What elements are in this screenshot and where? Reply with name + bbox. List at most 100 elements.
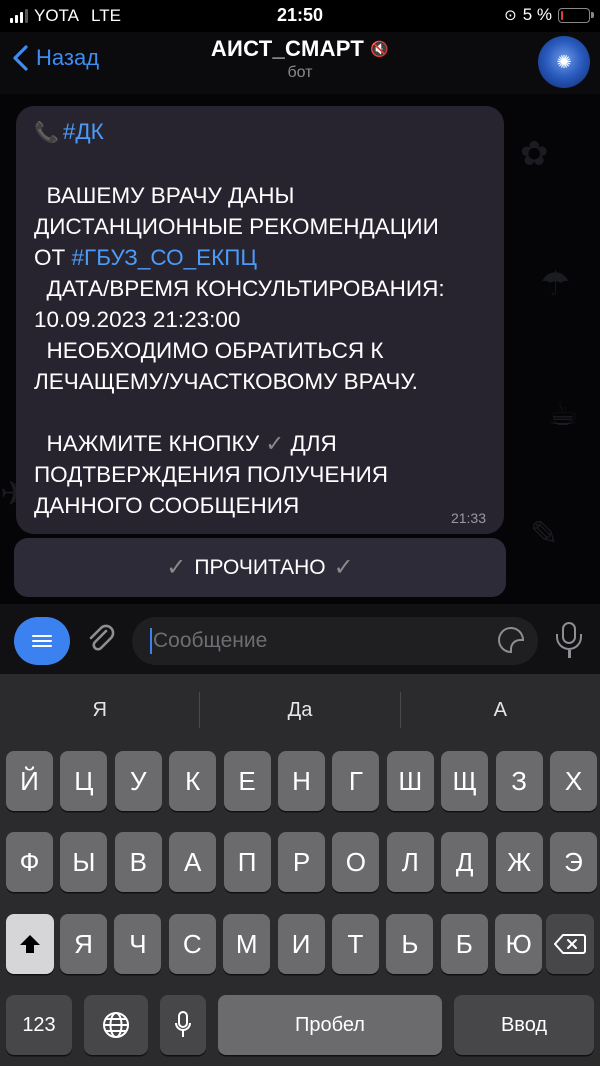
chat-header: Назад АИСТ_СМАРТ 🔇 бот ✺ — [0, 32, 600, 94]
message-time: 21:33 — [450, 510, 486, 526]
backspace-key[interactable] — [546, 914, 594, 974]
read-confirm-button[interactable]: ✓ ПРОЧИТАНО ✓ — [14, 538, 506, 597]
paperclip-icon — [89, 624, 115, 651]
key-Щ[interactable]: Щ — [441, 751, 489, 811]
back-label: Назад — [36, 45, 100, 70]
message-line: ДИСТАНЦИОННЫЕ РЕКОМЕНДАЦИИ — [34, 214, 439, 239]
globe-icon — [103, 1012, 129, 1038]
check-icon: ✓ — [265, 431, 285, 456]
avatar[interactable]: ✺ — [538, 36, 590, 88]
suggestion-bar: Я Да А — [0, 674, 600, 746]
key-Ч[interactable]: Ч — [114, 914, 162, 974]
hashtag-gbuz[interactable]: #ГБУЗ_СО_ЕКПЦ — [72, 245, 258, 270]
message-placeholder: Сообщение — [153, 629, 268, 652]
microphone-icon — [175, 1011, 191, 1037]
key-Ф[interactable]: Ф — [6, 832, 53, 892]
key-Н[interactable]: Н — [278, 751, 325, 811]
key-Л[interactable]: Л — [386, 832, 434, 892]
status-right: ⊙ 5 % — [504, 5, 594, 25]
key-Ь[interactable]: Ь — [386, 914, 434, 974]
phone-icon: 📞 — [34, 122, 59, 144]
key-Я[interactable]: Я — [60, 914, 107, 974]
key-К[interactable]: К — [169, 751, 217, 811]
shift-key[interactable] — [6, 914, 54, 974]
backspace-icon — [554, 934, 586, 954]
message-tag-line: 📞 #ДК — [34, 116, 486, 149]
menu-icon — [32, 632, 52, 650]
suggestion-item[interactable]: Да — [200, 674, 399, 746]
dictation-key[interactable] — [160, 995, 206, 1055]
key-Ы[interactable]: Ы — [60, 832, 108, 892]
doodle-icon: ✿ — [520, 135, 549, 173]
consultation-datetime: 10.09.2023 21:23:00 — [34, 307, 241, 332]
space-key[interactable]: Пробел — [218, 995, 442, 1055]
message-line: НЕОБХОДИМО ОБРАТИТЬСЯ К — [34, 338, 384, 363]
bot-menu-button[interactable] — [14, 617, 70, 665]
return-key[interactable]: Ввод — [454, 995, 594, 1055]
key-row-4: 123 Пробел Ввод — [0, 995, 600, 1055]
key-Р[interactable]: Р — [278, 832, 325, 892]
microphone-button[interactable] — [554, 622, 584, 658]
check-icon: ✓ — [333, 554, 354, 581]
mute-icon: 🔇 — [370, 41, 390, 58]
key-Х[interactable]: Х — [550, 751, 597, 811]
chevron-left-icon — [13, 45, 28, 71]
key-А[interactable]: А — [169, 832, 217, 892]
message-composer: Сообщение — [0, 604, 600, 674]
key-В[interactable]: В — [114, 832, 162, 892]
key-И[interactable]: И — [277, 914, 325, 974]
chat-area[interactable]: ✿ ☂ ☕ ✎ ✈ 📞 #ДК ВАШЕМУ ВРАЧУ ДАНЫ ДИСТАНЦ… — [0, 94, 600, 604]
message-line: ДАТА/ВРЕМЯ КОНСУЛЬТИРОВАНИЯ: — [34, 276, 445, 301]
message-line-prefix: НАЖМИТЕ КНОПКУ — [34, 431, 266, 456]
key-Ж[interactable]: Ж — [495, 832, 543, 892]
orientation-lock-icon: ⊙ — [504, 7, 517, 24]
key-Т[interactable]: Т — [332, 914, 379, 974]
message-line: ДАННОГО СООБЩЕНИЯ — [34, 493, 300, 518]
chat-subtitle: бот — [287, 64, 313, 81]
key-Ш[interactable]: Ш — [386, 751, 434, 811]
read-confirm-label: ПРОЧИТАНО — [194, 555, 326, 579]
message-input[interactable]: Сообщение — [132, 617, 538, 665]
check-icon: ✓ — [166, 554, 187, 581]
key-row-3: ЯЧСМИТЬБЮ — [0, 914, 600, 974]
key-С[interactable]: С — [168, 914, 216, 974]
doodle-icon: ☕ — [548, 395, 579, 433]
chat-title-row: АИСТ_СМАРТ 🔇 — [211, 36, 389, 62]
shift-icon — [20, 935, 40, 953]
key-Ю[interactable]: Ю — [495, 914, 543, 974]
suggestion-item[interactable]: А — [401, 674, 600, 746]
chat-title-area[interactable]: АИСТ_СМАРТ 🔇 бот — [150, 36, 450, 82]
battery-percent: 5 % — [522, 5, 552, 24]
key-З[interactable]: З — [495, 751, 543, 811]
key-М[interactable]: М — [223, 914, 271, 974]
hashtag-dk[interactable]: #ДК — [63, 119, 104, 144]
stork-icon: ✺ — [556, 51, 572, 72]
key-О[interactable]: О — [332, 832, 380, 892]
key-Ц[interactable]: Ц — [60, 751, 108, 811]
key-Й[interactable]: Й — [6, 751, 53, 811]
key-У[interactable]: У — [114, 751, 162, 811]
message-line: ПОДТВЕРЖДЕНИЯ ПОЛУЧЕНИЯ — [34, 462, 389, 487]
doodle-icon: ✎ — [530, 515, 559, 553]
chat-title: АИСТ_СМАРТ — [210, 36, 365, 61]
attach-icon[interactable] — [84, 622, 118, 656]
message-bubble[interactable]: 📞 #ДК ВАШЕМУ ВРАЧУ ДАНЫ ДИСТАНЦИОННЫЕ РЕК… — [16, 106, 504, 534]
key-Г[interactable]: Г — [332, 751, 380, 811]
key-row-1: ЙЦУКЕНГШЩЗХ — [0, 751, 600, 811]
numbers-key[interactable]: 123 — [6, 995, 72, 1055]
globe-key[interactable] — [84, 995, 148, 1055]
sticker-icon[interactable] — [498, 627, 524, 653]
key-Д[interactable]: Д — [441, 832, 489, 892]
message-line-suffix: ДЛЯ — [284, 431, 337, 456]
message-line: ЛЕЧАЩЕМУ/УЧАСТКОВОМУ ВРАЧУ. — [34, 369, 418, 394]
key-Б[interactable]: Б — [440, 914, 488, 974]
key-П[interactable]: П — [223, 832, 271, 892]
message-line: НАЖМИТЕ КНОПКУ ✓ ДЛЯ — [34, 428, 486, 459]
key-Е[interactable]: Е — [223, 751, 271, 811]
battery-level — [561, 10, 563, 20]
back-button[interactable]: Назад — [10, 44, 99, 72]
suggestion-item[interactable]: Я — [0, 674, 199, 746]
key-Э[interactable]: Э — [550, 832, 597, 892]
